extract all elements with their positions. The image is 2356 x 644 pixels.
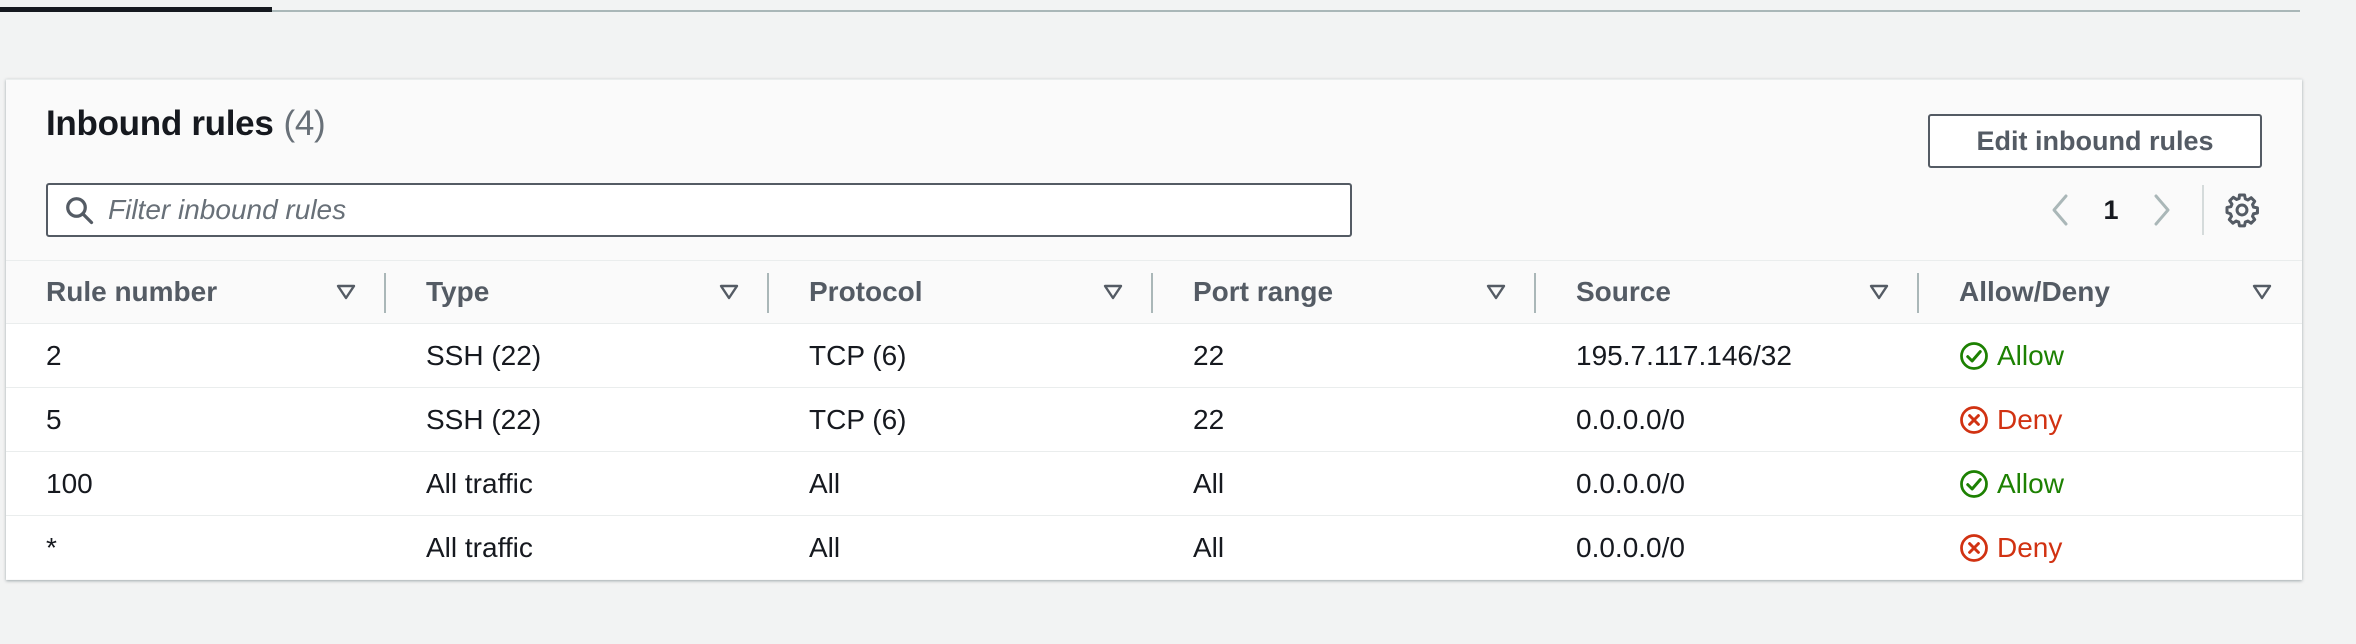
column-header-allow-deny[interactable]: Allow/Deny [1919, 260, 2302, 324]
filter-field[interactable] [46, 183, 1352, 237]
column-header-type[interactable]: Type [386, 260, 769, 324]
active-tab-indicator [0, 7, 272, 12]
pager-divider [2202, 185, 2204, 235]
sort-caret-icon[interactable] [1869, 284, 1889, 300]
status-label: Allow [1997, 339, 2064, 371]
table-header-row: Rule number Type Protocol Port range Sou… [6, 260, 2302, 324]
cell-action: Deny [1919, 515, 2302, 579]
inbound-rules-table: Rule number Type Protocol Port range Sou… [6, 260, 2302, 579]
column-header-port-range[interactable]: Port range [1153, 260, 1536, 324]
panel-title: Inbound rules (4) [46, 104, 326, 144]
cell-rule-number: 2 [6, 323, 386, 388]
status-label: Deny [1997, 531, 2063, 563]
search-icon [66, 197, 94, 225]
cell-source: 195.7.117.146/32 [1536, 323, 1919, 388]
cell-rule-number: * [6, 515, 386, 579]
table-row[interactable]: 5 SSH (22) TCP (6) 22 0.0.0.0/0 Deny [6, 387, 2302, 452]
sort-caret-icon[interactable] [336, 284, 356, 300]
cell-rule-number: 100 [6, 451, 386, 516]
cell-port-range: 22 [1153, 387, 1536, 452]
panel-title-text: Inbound rules [46, 104, 274, 143]
status-allow: Allow [1959, 468, 2302, 500]
status-allow: Allow [1959, 340, 2302, 372]
column-header-protocol[interactable]: Protocol [769, 260, 1153, 324]
edit-inbound-rules-button[interactable]: Edit inbound rules [1928, 114, 2262, 168]
filter-input[interactable] [106, 193, 1310, 227]
column-label: Protocol [809, 276, 923, 307]
cell-action: Allow [1919, 323, 2302, 388]
pagination: 1 [2040, 183, 2262, 237]
status-deny: Deny [1959, 404, 2302, 436]
check-circle-icon [1960, 469, 1988, 498]
column-label: Rule number [46, 276, 218, 307]
preferences-button[interactable] [2222, 190, 2262, 230]
cell-source: 0.0.0.0/0 [1536, 515, 1919, 579]
chevron-left-icon [2052, 194, 2068, 226]
gear-icon [2225, 193, 2259, 228]
cell-action: Deny [1919, 387, 2302, 452]
column-header-source[interactable]: Source [1536, 260, 1919, 324]
x-circle-icon [1960, 405, 1988, 434]
table-row[interactable]: 2 SSH (22) TCP (6) 22 195.7.117.146/32 A… [6, 323, 2302, 388]
sort-caret-icon[interactable] [719, 284, 739, 300]
chevron-right-icon [2154, 194, 2170, 226]
cell-action: Allow [1919, 451, 2302, 516]
inbound-rules-panel: Inbound rules(4) Edit inbound rules 1 [6, 79, 2302, 580]
column-label: Type [426, 276, 490, 307]
cell-protocol: TCP (6) [769, 387, 1153, 452]
status-label: Allow [1997, 467, 2064, 499]
table-row[interactable]: 100 All traffic All All 0.0.0.0/0 Allow [6, 451, 2302, 516]
cell-type: SSH (22) [386, 387, 769, 452]
table-row[interactable]: * All traffic All All 0.0.0.0/0 Deny [6, 515, 2302, 579]
x-circle-icon [1960, 533, 1988, 562]
page-number[interactable]: 1 [2080, 195, 2142, 226]
cell-protocol: All [769, 515, 1153, 579]
column-label: Port range [1193, 276, 1334, 307]
cell-protocol: All [769, 451, 1153, 516]
cell-rule-number: 5 [6, 387, 386, 452]
sort-caret-icon[interactable] [1486, 284, 1506, 300]
sort-caret-icon[interactable] [2252, 284, 2272, 300]
cell-type: All traffic [386, 451, 769, 516]
cell-type: All traffic [386, 515, 769, 579]
sort-caret-icon[interactable] [1103, 284, 1123, 300]
status-deny: Deny [1959, 532, 2302, 564]
cell-protocol: TCP (6) [769, 323, 1153, 388]
check-circle-icon [1960, 341, 1988, 370]
cell-port-range: All [1153, 451, 1536, 516]
cell-type: SSH (22) [386, 323, 769, 388]
status-label: Deny [1997, 403, 2063, 435]
next-page-button[interactable] [2142, 190, 2182, 230]
previous-page-button[interactable] [2040, 190, 2080, 230]
column-header-rule-number[interactable]: Rule number [6, 260, 386, 324]
cell-port-range: All [1153, 515, 1536, 579]
column-label: Source [1576, 276, 1671, 307]
cell-port-range: 22 [1153, 323, 1536, 388]
tab-strip [0, 0, 2300, 12]
cell-source: 0.0.0.0/0 [1536, 387, 1919, 452]
column-label: Allow/Deny [1959, 276, 2110, 307]
cell-source: 0.0.0.0/0 [1536, 451, 1919, 516]
rule-count: (4) [283, 104, 326, 143]
